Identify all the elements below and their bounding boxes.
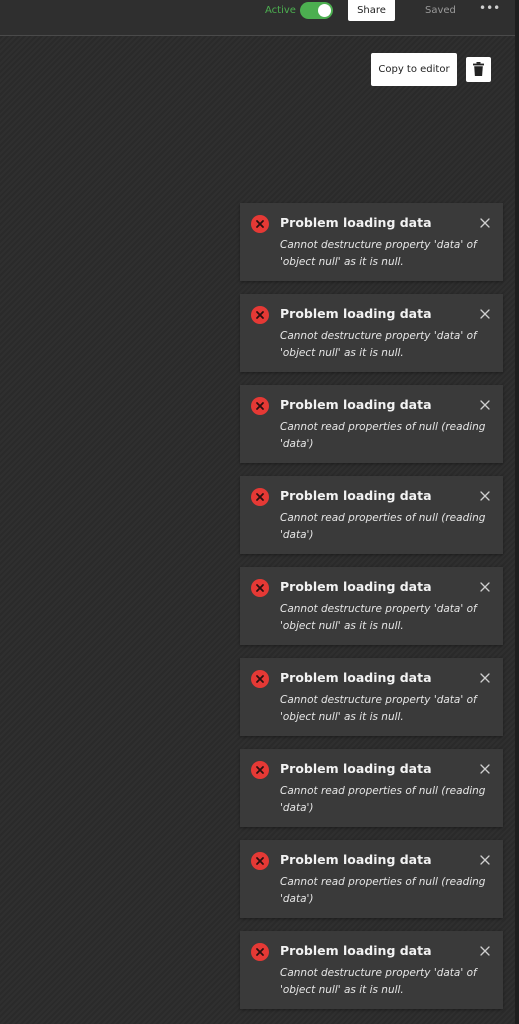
active-label: Active — [265, 5, 296, 16]
error-toast: Problem loading data Cannot destructure … — [240, 203, 503, 281]
close-icon[interactable] — [480, 946, 490, 956]
error-toast: Problem loading data Cannot read propert… — [240, 749, 503, 827]
more-options-icon[interactable]: ••• — [479, 2, 500, 18]
toast-message: Cannot read properties of null (reading … — [280, 876, 486, 905]
error-toast: Problem loading data Cannot destructure … — [240, 931, 503, 1009]
error-toast: Problem loading data Cannot destructure … — [240, 567, 503, 645]
toast-message: Cannot destructure property 'data' of 'o… — [280, 967, 477, 996]
close-icon[interactable] — [480, 582, 490, 592]
save-status: Saved — [425, 5, 456, 16]
toast-title: Problem loading data — [280, 761, 432, 776]
error-toast: Problem loading data Cannot read propert… — [240, 840, 503, 918]
toast-title: Problem loading data — [280, 579, 432, 594]
error-icon — [251, 397, 269, 415]
error-toast: Problem loading data Cannot read propert… — [240, 385, 503, 463]
toast-title: Problem loading data — [280, 488, 432, 503]
toast-title: Problem loading data — [280, 852, 432, 867]
notification-stack: Problem loading data Cannot destructure … — [240, 203, 503, 1022]
toast-title: Problem loading data — [280, 397, 432, 412]
error-toast: Problem loading data Cannot read propert… — [240, 476, 503, 554]
close-icon[interactable] — [480, 855, 490, 865]
active-toggle[interactable] — [300, 2, 333, 19]
toast-message: Cannot destructure property 'data' of 'o… — [280, 603, 477, 632]
share-button[interactable]: Share — [348, 0, 395, 21]
toast-message: Cannot destructure property 'data' of 'o… — [280, 330, 477, 359]
toast-message: Cannot destructure property 'data' of 'o… — [280, 239, 477, 268]
error-icon — [251, 488, 269, 506]
close-icon[interactable] — [480, 218, 490, 228]
close-icon[interactable] — [480, 764, 490, 774]
toast-title: Problem loading data — [280, 306, 432, 321]
close-icon[interactable] — [480, 400, 490, 410]
trash-icon — [473, 62, 484, 76]
toast-message: Cannot read properties of null (reading … — [280, 512, 486, 541]
toast-message: Cannot read properties of null (reading … — [280, 785, 486, 814]
error-icon — [251, 943, 269, 961]
error-icon — [251, 670, 269, 688]
toast-title: Problem loading data — [280, 943, 432, 958]
toggle-knob — [318, 4, 331, 17]
close-icon[interactable] — [480, 673, 490, 683]
window-edge — [515, 0, 519, 1024]
error-icon — [251, 306, 269, 324]
error-toast: Problem loading data Cannot destructure … — [240, 294, 503, 372]
error-icon — [251, 215, 269, 233]
copy-to-editor-button[interactable]: Copy to editor — [371, 53, 457, 86]
error-icon — [251, 761, 269, 779]
top-bar: Active Share Saved ••• — [0, 0, 519, 36]
error-toast: Problem loading data Cannot destructure … — [240, 658, 503, 736]
close-icon[interactable] — [480, 309, 490, 319]
error-icon — [251, 852, 269, 870]
close-icon[interactable] — [480, 491, 490, 501]
toast-message: Cannot destructure property 'data' of 'o… — [280, 694, 477, 723]
delete-button[interactable] — [466, 57, 491, 82]
toast-title: Problem loading data — [280, 215, 432, 230]
toast-title: Problem loading data — [280, 670, 432, 685]
error-icon — [251, 579, 269, 597]
toast-message: Cannot read properties of null (reading … — [280, 421, 486, 450]
